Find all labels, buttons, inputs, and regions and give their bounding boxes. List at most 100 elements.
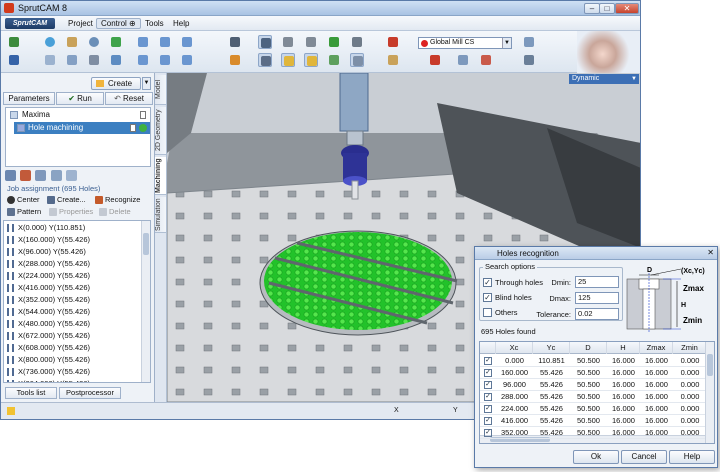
hole-list-item[interactable]: X(480.000) Y(55.426) [4, 318, 140, 330]
header-h[interactable]: H [607, 342, 640, 354]
tab-machining[interactable]: Machining [155, 157, 166, 195]
create-button[interactable]: Create [91, 77, 141, 90]
table-row[interactable]: ✓ 352.000 55.426 50.500 16.000 16.000 0.000 [480, 427, 705, 439]
hole-list-item[interactable]: X(800.000) Y(55.426) [4, 354, 140, 366]
zoom-icon[interactable] [87, 35, 101, 49]
show-workpiece-icon[interactable] [281, 35, 295, 49]
scroll-thumb[interactable] [143, 233, 149, 255]
header-zmax[interactable]: Zmax [640, 342, 673, 354]
hole-list-item[interactable]: X(352.000) Y(55.426) [4, 294, 140, 306]
show-part-icon[interactable] [258, 35, 272, 49]
menu-help[interactable]: Help [169, 18, 193, 29]
dialog-close-icon[interactable]: ✕ [707, 249, 714, 257]
machine-icon[interactable] [228, 53, 242, 67]
maximize-button[interactable]: □ [599, 3, 615, 14]
machine-display-icon[interactable] [350, 53, 364, 67]
hole-list-item[interactable]: X(160.000) Y(55.426) [4, 234, 140, 246]
feed-icon[interactable] [50, 170, 62, 181]
job-assignment-icon[interactable] [5, 170, 16, 181]
pattern-button[interactable]: Pattern [7, 207, 41, 217]
cs-edit-icon[interactable] [386, 53, 400, 67]
reset-button[interactable]: ↶ Reset [105, 92, 153, 105]
view-icon[interactable] [109, 53, 123, 67]
show-holes-icon[interactable] [350, 35, 364, 49]
hole-list-item[interactable]: X(736.000) Y(55.426) [4, 366, 140, 378]
tab-simulation[interactable]: Simulation [155, 197, 166, 233]
header-yc[interactable]: Yc [533, 342, 570, 354]
menu-project[interactable]: Project [64, 18, 97, 29]
scroll-thumb[interactable] [707, 354, 713, 376]
wrench-icon[interactable] [522, 53, 536, 67]
header-zmin[interactable]: Zmin [673, 342, 707, 354]
row-checkbox[interactable]: ✓ [484, 357, 492, 365]
view-iso-icon[interactable] [158, 35, 172, 49]
tool-params-icon[interactable] [20, 170, 32, 181]
hole-list-item[interactable]: X(544.000) Y(55.426) [4, 306, 140, 318]
extra-params-icon[interactable] [65, 170, 77, 181]
holes-table[interactable]: Xc Yc D H Zmax Zmin ✓ 0.000 110.851 50.500 1… [479, 341, 715, 444]
menu-tools[interactable]: Tools [141, 18, 168, 29]
hole-list[interactable]: X(0.000) Y(110.851) X(160.000) Y(55.426) X… [3, 220, 151, 383]
view-front-icon[interactable] [136, 53, 150, 67]
recognize-button[interactable]: Recognize [95, 195, 140, 205]
tab-2d-geometry[interactable]: 2D Geometry [155, 107, 166, 155]
hole-list-item[interactable]: X(416.000) Y(55.426) [4, 282, 140, 294]
tool-display-icon[interactable] [304, 53, 318, 67]
table-row[interactable]: ✓ 224.000 55.426 50.500 16.000 16.000 0.000 [480, 403, 705, 415]
delete-report-icon[interactable] [479, 53, 493, 67]
pdf-icon[interactable] [428, 53, 442, 67]
open-icon[interactable] [7, 35, 21, 49]
dmin-field[interactable]: 25 [575, 276, 619, 288]
hole-list-item[interactable]: X(96.000) Y(55.426) [4, 246, 140, 258]
dialog-title-bar[interactable]: Holes recognition ✕ [475, 247, 717, 260]
others-checkbox[interactable]: Others [483, 308, 518, 318]
tolerance-field[interactable]: 0.02 [575, 308, 619, 320]
zoom-fit-icon[interactable] [109, 35, 123, 49]
row-checkbox[interactable]: ✓ [484, 381, 492, 389]
properties-button[interactable]: Properties [49, 207, 93, 217]
show-fixture-icon[interactable] [304, 35, 318, 49]
save-icon[interactable] [7, 53, 21, 67]
menu-control[interactable]: Control ⊕ [96, 18, 141, 29]
title-bar[interactable]: SprutCAM 8 – □ ✕ [1, 1, 640, 16]
rotate-icon[interactable] [65, 35, 79, 49]
help-button[interactable]: Help [669, 450, 715, 464]
view-mode-select[interactable]: Dynamic ▼ [569, 74, 639, 84]
settings-icon[interactable] [522, 35, 536, 49]
view-top-icon[interactable] [136, 35, 150, 49]
tree-item-maxima[interactable]: Maxima [6, 109, 150, 121]
close-button[interactable]: ✕ [615, 3, 639, 14]
delete-button[interactable]: Delete [99, 207, 131, 217]
hole-list-item[interactable]: X(672.000) Y(55.426) [4, 330, 140, 342]
report-icon[interactable] [456, 53, 470, 67]
header-d[interactable]: D [570, 342, 607, 354]
hole-list-scrollbar[interactable] [141, 221, 150, 382]
view-side-icon[interactable] [180, 35, 194, 49]
tools-list-tab[interactable]: Tools list [5, 387, 57, 399]
select-window-icon[interactable] [65, 53, 79, 67]
row-checkbox[interactable]: ✓ [484, 393, 492, 401]
table-row[interactable]: ✓ 0.000 110.851 50.500 16.000 16.000 0.000 [480, 355, 705, 367]
hole-list-item[interactable]: X(864.000) Y(55.426) [4, 378, 140, 382]
camera-icon[interactable] [87, 53, 101, 67]
tab-model[interactable]: Model [155, 75, 166, 105]
wireframe-icon[interactable] [281, 53, 295, 67]
ok-button[interactable]: Ok [573, 450, 619, 464]
run-button[interactable]: ✔ Run [56, 92, 104, 105]
move-icon[interactable] [43, 35, 57, 49]
table-row[interactable]: ✓ 96.000 55.426 50.500 16.000 16.000 0.000 [480, 379, 705, 391]
hole-list-item[interactable]: X(224.000) Y(55.426) [4, 270, 140, 282]
table-row[interactable]: ✓ 160.000 55.426 50.500 16.000 16.000 0.000 [480, 367, 705, 379]
hole-list-item[interactable]: X(608.000) Y(55.426) [4, 342, 140, 354]
row-checkbox[interactable]: ✓ [484, 405, 492, 413]
tool-icon[interactable] [228, 35, 242, 49]
view-left-icon[interactable] [158, 53, 172, 67]
cancel-button[interactable]: Cancel [621, 450, 667, 464]
hole-list-item[interactable]: X(0.000) Y(110.851) [4, 222, 140, 234]
select-icon[interactable] [43, 53, 57, 67]
coordinate-system-icon[interactable] [386, 35, 400, 49]
center-button[interactable]: Center [7, 195, 40, 205]
hole-list-item[interactable]: X(288.000) Y(55.426) [4, 258, 140, 270]
cs-select[interactable]: Global Mill CS ▼ [418, 37, 512, 49]
shading-icon[interactable] [258, 53, 272, 67]
